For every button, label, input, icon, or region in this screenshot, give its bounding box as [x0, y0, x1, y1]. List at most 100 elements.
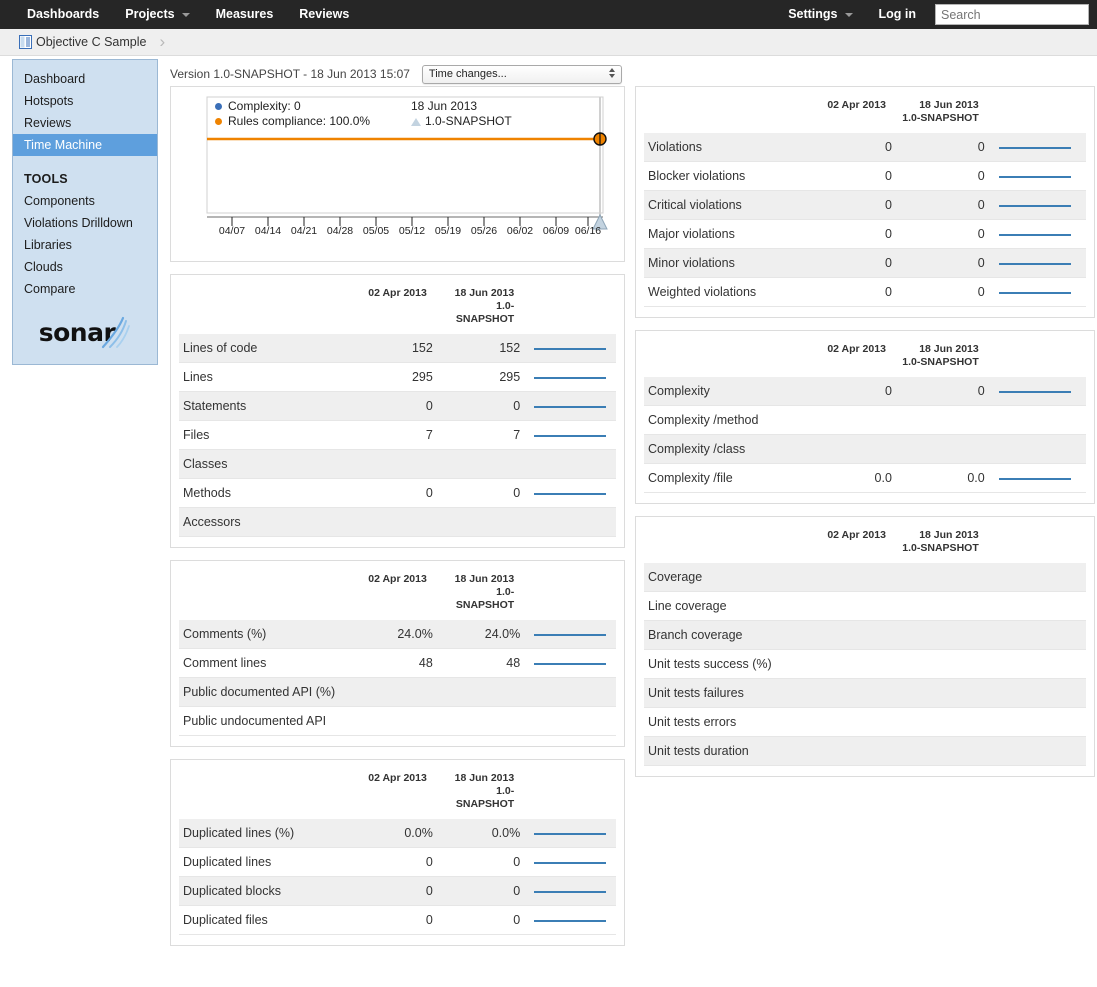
- chart-annotation: 18 Jun 2013 1.0-SNAPSHOT: [411, 99, 512, 129]
- metric-name-cell[interactable]: Violations: [644, 133, 808, 162]
- metric-value-cell-1: [353, 449, 437, 479]
- metric-name-cell[interactable]: Blocker violations: [644, 161, 808, 191]
- metric-name-cell[interactable]: Coverage: [644, 563, 808, 592]
- sparkline-icon: [528, 492, 612, 495]
- metric-value-cell-2: [436, 677, 525, 707]
- metric-name-cell[interactable]: Complexity /method: [644, 405, 808, 435]
- metric-name-cell[interactable]: Methods: [179, 478, 354, 508]
- table-header-date-2-snapshot: 1.0-SNAPSHOT: [902, 542, 979, 554]
- metric-name-cell[interactable]: Comments (%): [179, 620, 354, 649]
- metric-value-cell-2: 0: [895, 219, 989, 249]
- table-row: Statements 0 0: [179, 391, 616, 421]
- sidebar-item-components[interactable]: Components: [13, 190, 157, 212]
- sparkline-icon: [993, 175, 1082, 178]
- nav-item-login[interactable]: Log in: [866, 0, 930, 29]
- metric-name-cell[interactable]: Minor violations: [644, 248, 808, 278]
- metric-name-cell[interactable]: Critical violations: [644, 190, 808, 220]
- metric-name-cell[interactable]: Files: [179, 420, 354, 450]
- metric-value-cell-1: 295: [353, 362, 437, 392]
- metric-sparkline-cell: [524, 391, 616, 421]
- metric-name-cell[interactable]: Complexity /file: [644, 463, 808, 493]
- metric-name-cell[interactable]: Lines: [179, 362, 354, 392]
- metric-name-cell[interactable]: Duplicated lines: [179, 847, 354, 877]
- metric-name-cell[interactable]: Public documented API (%): [179, 677, 354, 707]
- metric-value-cell-1: [807, 736, 896, 766]
- sidebar-item-dashboard[interactable]: Dashboard: [13, 68, 157, 90]
- table-header-metric: [179, 569, 354, 620]
- search-input[interactable]: [935, 4, 1089, 25]
- sparkline-icon: [528, 347, 612, 350]
- table-header-trend: [524, 283, 616, 334]
- chart-legend-item-complexity: Complexity: 0: [215, 99, 370, 114]
- metric-name-cell[interactable]: Complexity /class: [644, 434, 808, 464]
- chart-x-tick-label: 06/16: [574, 225, 602, 237]
- metric-name-cell[interactable]: Duplicated files: [179, 905, 354, 935]
- metric-value-cell-2: [436, 449, 525, 479]
- nav-item-reviews[interactable]: Reviews: [286, 0, 362, 29]
- metric-value-cell-2: 0.0%: [436, 819, 525, 848]
- sparkline-icon: [528, 405, 612, 408]
- table-header-date-2: 18 Jun 2013 1.0-SNAPSHOT: [437, 768, 524, 819]
- chart-x-tick-label: 06/09: [542, 225, 570, 237]
- metric-name-cell[interactable]: Comment lines: [179, 648, 354, 678]
- table-row: Unit tests duration: [644, 736, 1086, 766]
- metric-value-cell-1: [353, 706, 437, 736]
- sidebar-item-libraries[interactable]: Libraries: [13, 234, 157, 256]
- time-changes-select[interactable]: Time changes...: [421, 64, 622, 84]
- metric-value-cell-2: [436, 706, 525, 736]
- metric-name-cell[interactable]: Line coverage: [644, 591, 808, 621]
- metric-name-cell[interactable]: Branch coverage: [644, 620, 808, 650]
- nav-item-dashboards[interactable]: Dashboards: [14, 0, 112, 29]
- sparkline-icon: [993, 390, 1082, 393]
- chart-x-tick-label: 05/19: [434, 225, 462, 237]
- metric-name-cell[interactable]: Public undocumented API: [179, 706, 354, 736]
- metric-name-cell[interactable]: Accessors: [179, 507, 354, 537]
- time-machine-chart[interactable]: Complexity: 0 Rules compliance: 100.0% 1…: [179, 93, 616, 253]
- metric-value-cell-1: 0: [807, 277, 896, 307]
- table-row: Duplicated lines (%) 0.0% 0.0%: [179, 819, 616, 848]
- metric-sparkline-cell: [988, 277, 1086, 307]
- sidebar-item-compare[interactable]: Compare: [13, 278, 157, 300]
- metric-name-cell[interactable]: Unit tests errors: [644, 707, 808, 737]
- content-area: Version 1.0-SNAPSHOT - 18 Jun 2013 15:07…: [170, 56, 1097, 958]
- metric-name-cell[interactable]: Weighted violations: [644, 277, 808, 307]
- table-header-metric: [644, 95, 808, 133]
- metric-name-cell[interactable]: Unit tests success (%): [644, 649, 808, 679]
- metric-name-cell[interactable]: Unit tests failures: [644, 678, 808, 708]
- sparkline-icon: [528, 861, 612, 864]
- nav-item-settings[interactable]: Settings: [775, 0, 865, 29]
- metric-name-cell[interactable]: Statements: [179, 391, 354, 421]
- sidebar-item-violations-drilldown[interactable]: Violations Drilldown: [13, 212, 157, 234]
- metric-name-cell[interactable]: Duplicated lines (%): [179, 819, 354, 848]
- sparkline-icon: [528, 662, 612, 665]
- metric-value-cell-1: 0: [353, 391, 437, 421]
- table-header-trend: [989, 95, 1086, 133]
- chart-x-tick-label: 05/05: [362, 225, 390, 237]
- coverage-metrics-table: 02 Apr 2013 18 Jun 2013 1.0-SNAPSHOT Cov…: [644, 525, 1086, 766]
- metric-sparkline-cell: [524, 478, 616, 508]
- table-header-date-2-snapshot: 1.0-SNAPSHOT: [455, 586, 515, 611]
- sidebar-item-clouds[interactable]: Clouds: [13, 256, 157, 278]
- sidebar-item-reviews[interactable]: Reviews: [13, 112, 157, 134]
- breadcrumb-project-link[interactable]: Objective C Sample: [36, 35, 146, 49]
- sidebar-main-group: Dashboard Hotspots Reviews Time Machine: [13, 68, 157, 156]
- nav-item-measures[interactable]: Measures: [203, 0, 287, 29]
- metric-sparkline-cell: [988, 563, 1086, 592]
- nav-item-projects[interactable]: Projects: [112, 0, 202, 29]
- metric-name-cell[interactable]: Lines of code: [179, 334, 354, 363]
- metric-name-cell[interactable]: Complexity: [644, 377, 808, 406]
- table-row: Files 7 7: [179, 420, 616, 450]
- metric-name-cell[interactable]: Unit tests duration: [644, 736, 808, 766]
- nav-item-login-label: Log in: [878, 7, 917, 21]
- sidebar-item-time-machine[interactable]: Time Machine: [13, 134, 157, 156]
- metric-name-cell[interactable]: Duplicated blocks: [179, 876, 354, 906]
- metric-sparkline-cell: [988, 405, 1086, 435]
- metric-name-cell[interactable]: Major violations: [644, 219, 808, 249]
- sidebar-item-hotspots[interactable]: Hotspots: [13, 90, 157, 112]
- table-header-date-2-date: 18 Jun 2013: [919, 343, 979, 355]
- metric-name-cell[interactable]: Classes: [179, 449, 354, 479]
- table-header-date-2: 18 Jun 2013 1.0-SNAPSHOT: [896, 525, 989, 563]
- coverage-metrics-rows: Coverage Line coverage Branch coverage Unit…: [644, 563, 1086, 766]
- chevron-down-icon: [181, 12, 190, 17]
- metric-value-cell-1: [807, 678, 896, 708]
